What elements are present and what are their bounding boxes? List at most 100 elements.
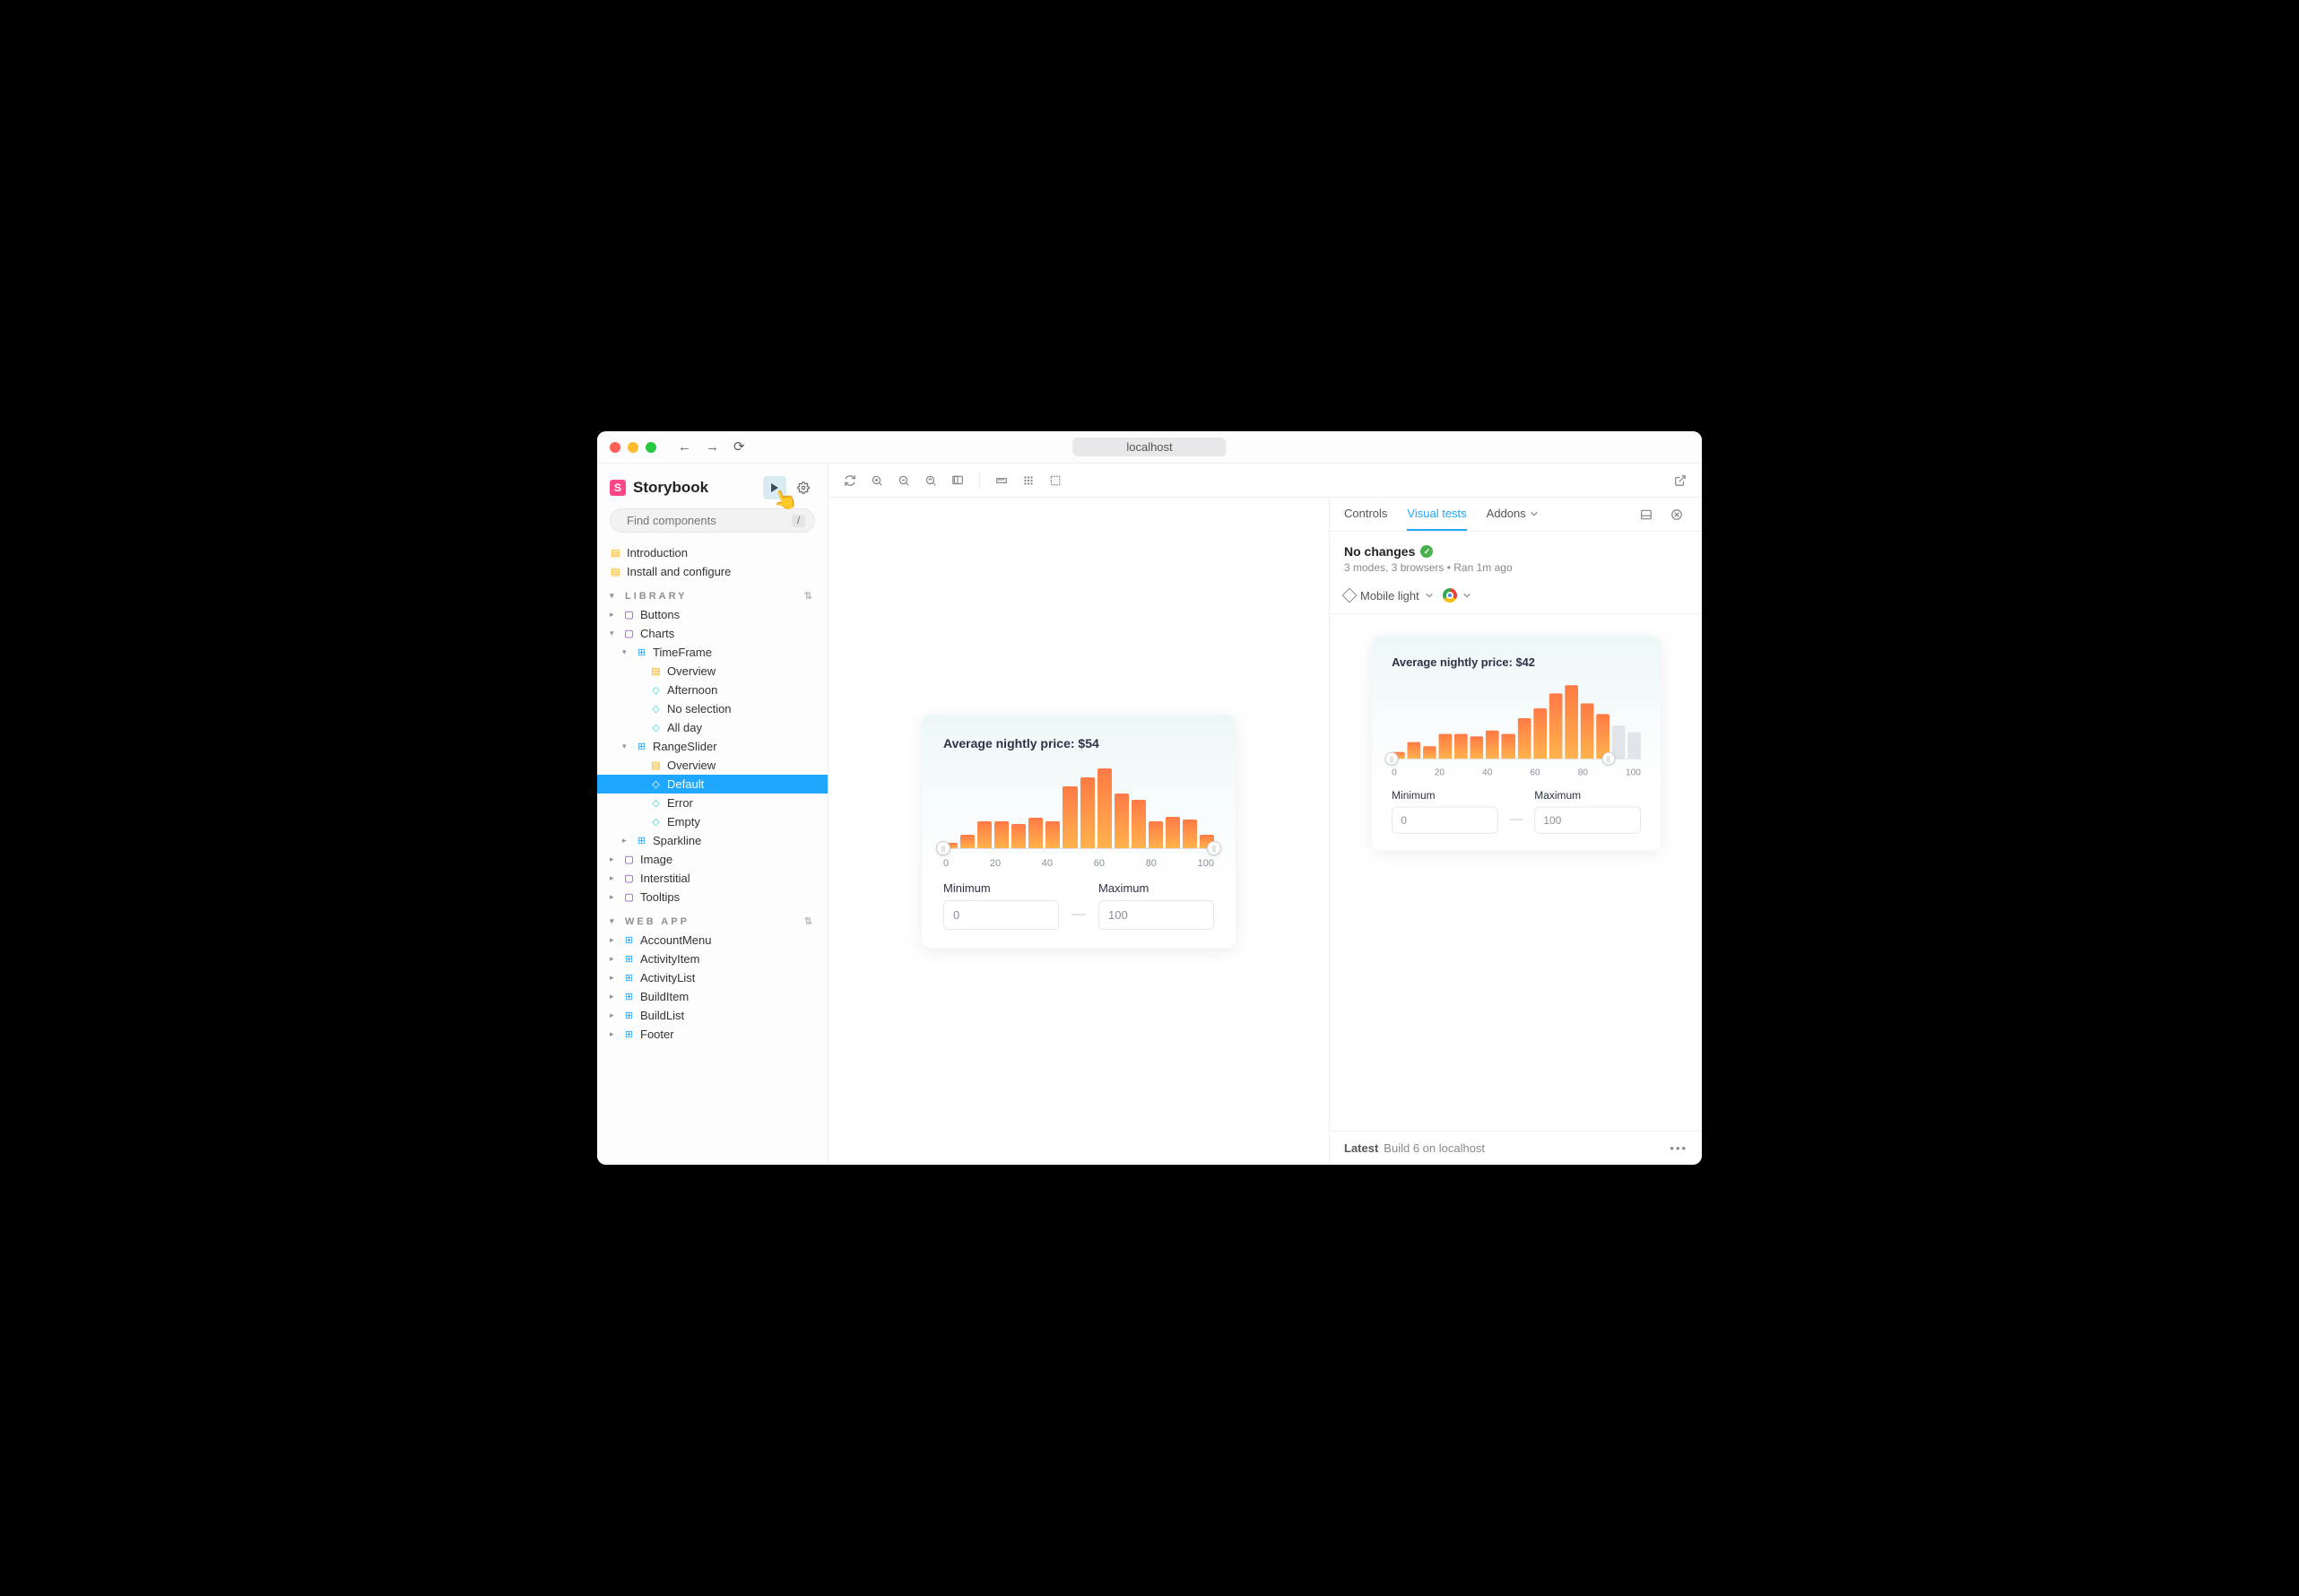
outline-icon[interactable] (1045, 470, 1066, 491)
tree-item-label: BuildList (640, 1009, 684, 1022)
slider-handle-max[interactable]: || (1601, 752, 1615, 766)
tab-visual-tests[interactable]: Visual tests (1407, 498, 1466, 531)
card-title: Average nightly price: $42 (1392, 655, 1641, 669)
axis-tick: 100 (1626, 768, 1641, 777)
slider-handle-min[interactable]: || (1384, 752, 1398, 766)
tree-item-label: No selection (667, 702, 732, 716)
component-icon: ⊞ (623, 991, 635, 1002)
component-icon: ⊞ (636, 646, 647, 658)
zoom-reset-icon[interactable] (920, 470, 941, 491)
tree-item-doc[interactable]: ▤ Overview (597, 662, 828, 681)
component-icon: ⊞ (636, 741, 647, 752)
chevron-down-icon (1425, 591, 1434, 600)
tree-item-component[interactable]: ▸⊞ ActivityList (597, 968, 828, 987)
close-window-icon[interactable] (610, 442, 620, 453)
max-input[interactable] (1098, 900, 1214, 930)
doc-item[interactable]: ▤ Install and configure (597, 562, 828, 581)
section-title: WEB APP (625, 916, 690, 927)
tree-item-story[interactable]: ◇ Empty (597, 812, 828, 831)
component-icon: ⊞ (623, 934, 635, 946)
sort-icon[interactable]: ⇅ (804, 915, 815, 927)
histogram-bar (1115, 794, 1129, 848)
tree-item-component[interactable]: ▸⊞ BuildItem (597, 987, 828, 1006)
doc-item[interactable]: ▤ Introduction (597, 543, 828, 562)
histogram-bar (1470, 737, 1483, 759)
status-title-row: No changes ✓ (1344, 544, 1687, 559)
zoom-in-icon[interactable] (866, 470, 888, 491)
folder-icon: ▢ (623, 854, 635, 865)
tree-item-story[interactable]: ◇ All day (597, 718, 828, 737)
tree-item-story[interactable]: ◇ Afternoon (597, 681, 828, 699)
tree-section-header[interactable]: ▾WEB APP ⇅ (597, 906, 828, 931)
panel-bottom-icon[interactable] (1635, 504, 1657, 525)
maximize-window-icon[interactable] (646, 442, 656, 453)
tree-item-folder[interactable]: ▸▢ Buttons (597, 605, 828, 624)
status-subtitle: 3 modes, 3 browsers • Ran 1m ago (1344, 561, 1687, 574)
tree-item-label: Afternoon (667, 683, 717, 697)
sort-icon[interactable]: ⇅ (804, 590, 815, 602)
search-box[interactable]: / (610, 508, 815, 533)
min-input[interactable] (1392, 806, 1498, 833)
doc-icon: ▤ (650, 759, 662, 771)
tree-item-label: Error (667, 796, 693, 810)
grid-icon[interactable] (1018, 470, 1039, 491)
zoom-out-icon[interactable] (893, 470, 915, 491)
tree-item-component[interactable]: ▾⊞ RangeSlider (597, 737, 828, 756)
open-external-icon[interactable] (1670, 470, 1691, 491)
status-title: No changes (1344, 544, 1415, 559)
tree-item-component[interactable]: ▸⊞ BuildList (597, 1006, 828, 1025)
chevron-right-icon: ▸ (610, 1011, 618, 1020)
search-input[interactable] (627, 514, 785, 527)
search-wrap: / (597, 508, 828, 543)
chevron-right-icon: ▸ (610, 1029, 618, 1039)
chevron-right-icon: ▸ (622, 836, 630, 846)
axis-tick: 0 (1392, 768, 1397, 777)
story-icon: ◇ (650, 816, 662, 828)
mode-selector[interactable]: Mobile light (1344, 589, 1434, 603)
tree-item-story[interactable]: ◇ Error (597, 794, 828, 812)
brand[interactable]: S Storybook (610, 479, 708, 497)
tree-item-folder[interactable]: ▸▢ Interstitial (597, 869, 828, 888)
max-input[interactable] (1534, 806, 1641, 833)
tab-controls[interactable]: Controls (1344, 498, 1387, 531)
close-panel-icon[interactable] (1666, 504, 1687, 525)
visual-test-status: No changes ✓ 3 modes, 3 browsers • Ran 1… (1330, 532, 1702, 581)
tab-addons[interactable]: Addons (1487, 498, 1539, 531)
minimize-window-icon[interactable] (628, 442, 638, 453)
component-icon: ⊞ (636, 835, 647, 846)
sync-icon[interactable] (839, 470, 861, 491)
url-bar[interactable]: localhost (1072, 438, 1226, 456)
tree-item-folder[interactable]: ▸▢ Image (597, 850, 828, 869)
tree-section-header[interactable]: ▾LIBRARY ⇅ (597, 581, 828, 605)
slider-handle-min[interactable]: || (936, 841, 950, 855)
browser-selector[interactable] (1443, 588, 1471, 603)
x-axis: 020406080100 (1392, 768, 1641, 777)
measure-icon[interactable] (991, 470, 1012, 491)
tree-item-doc[interactable]: ▤ Overview (597, 756, 828, 775)
tree-item-folder[interactable]: ▸▢ Tooltips (597, 888, 828, 906)
more-menu-icon[interactable]: ••• (1670, 1141, 1687, 1155)
tree-item-component[interactable]: ▸⊞ Footer (597, 1025, 828, 1044)
settings-button[interactable] (792, 476, 815, 499)
tree-item-component[interactable]: ▸⊞ Sparkline (597, 831, 828, 850)
x-axis: 020406080100 (943, 858, 1214, 869)
histogram-bar (1438, 734, 1452, 759)
histogram-bar (1423, 746, 1436, 759)
reload-icon[interactable]: ⟳ (733, 440, 745, 454)
tree-item-label: Image (640, 853, 672, 866)
run-tests-button[interactable]: 👆 (763, 476, 786, 499)
tree-item-story[interactable]: ◇ Default (597, 775, 828, 794)
tree-item-component[interactable]: ▸⊞ ActivityItem (597, 950, 828, 968)
tree-item-story[interactable]: ◇ No selection (597, 699, 828, 718)
chevron-right-icon: ▸ (610, 610, 618, 620)
tree-item-component[interactable]: ▾⊞ TimeFrame (597, 643, 828, 662)
back-icon[interactable]: ← (678, 440, 691, 454)
tree-item-component[interactable]: ▸⊞ AccountMenu (597, 931, 828, 950)
addon-panel: Controls Visual tests Addons (1329, 498, 1702, 1165)
min-input[interactable] (943, 900, 1059, 930)
forward-icon[interactable]: → (706, 440, 719, 454)
chevron-down-icon (1462, 591, 1471, 600)
viewport-icon[interactable] (947, 470, 968, 491)
slider-handle-max[interactable]: || (1207, 841, 1221, 855)
tree-item-folder[interactable]: ▾▢ Charts (597, 624, 828, 643)
